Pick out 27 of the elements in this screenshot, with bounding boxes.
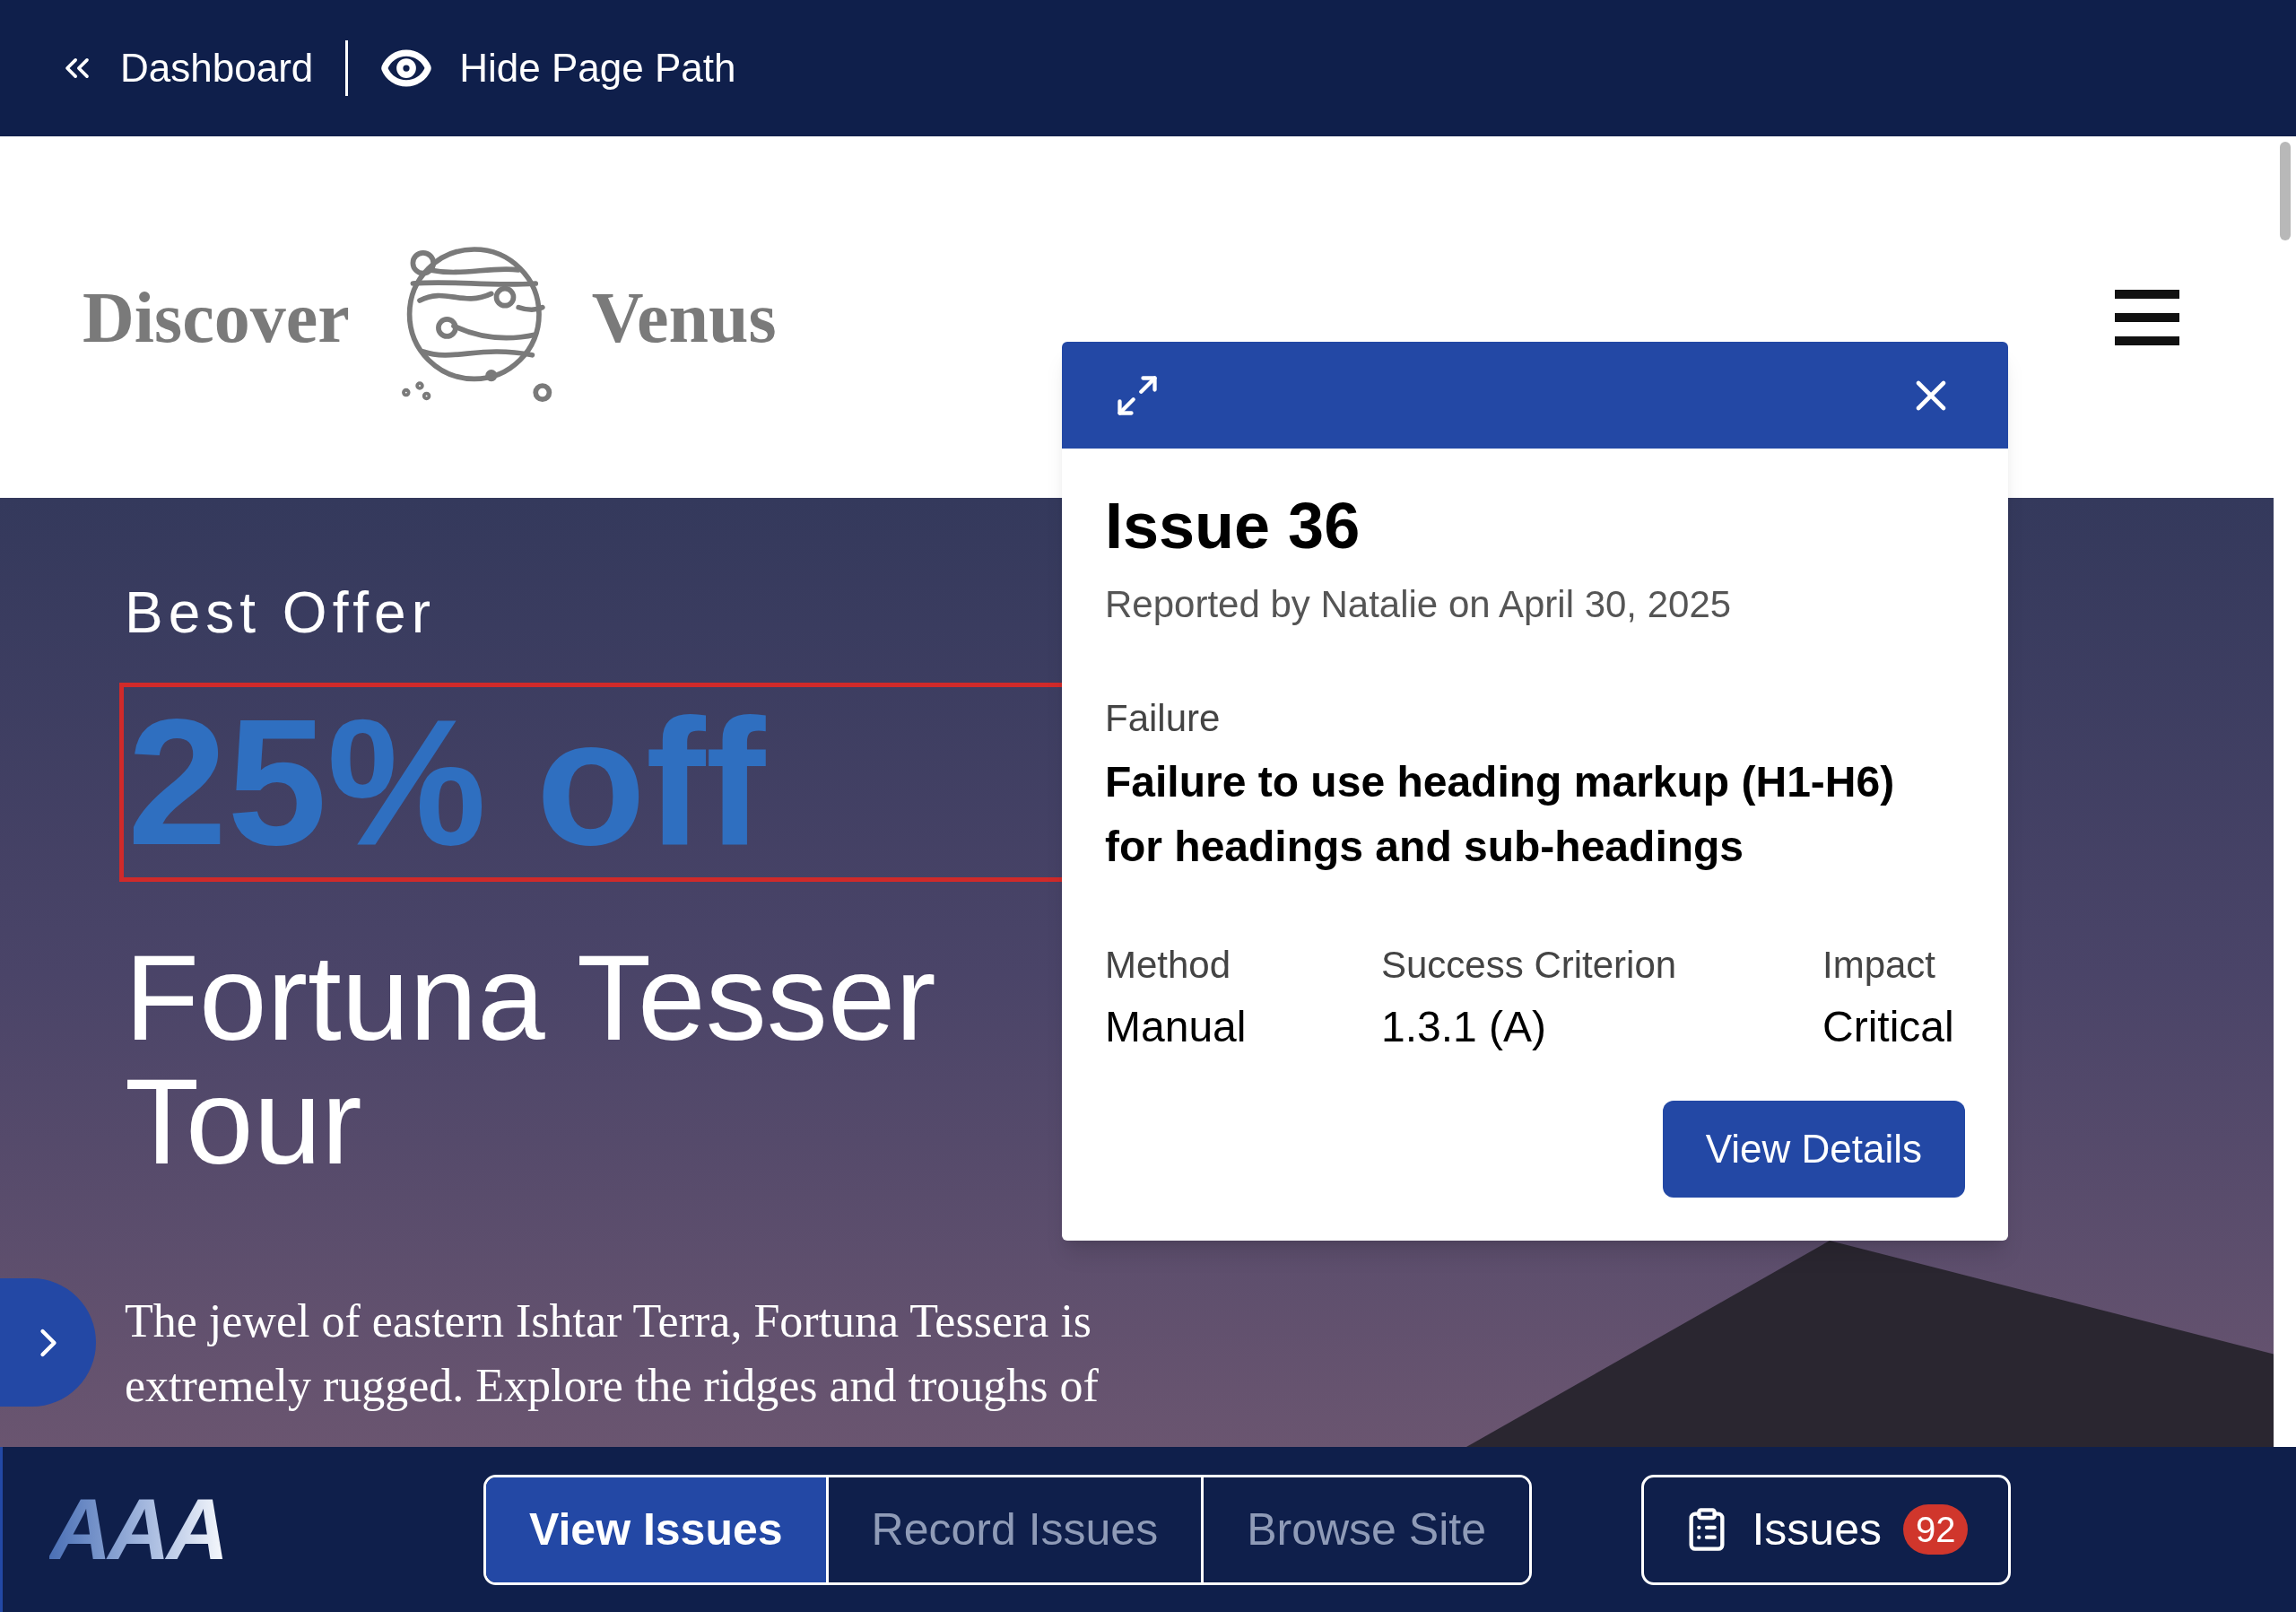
field-label: Success Criterion — [1381, 943, 1677, 988]
failure-description: Failure to use heading markup (H1-H6) for headings and sub-headings — [1105, 757, 1896, 872]
hide-page-path-button[interactable]: Hide Page Path — [380, 39, 736, 98]
field-label: Method — [1105, 943, 1231, 988]
menu-icon[interactable] — [2115, 289, 2179, 345]
field-value: 1.3.1 (A) — [1381, 1002, 1547, 1052]
failure-label: Failure — [1105, 696, 1221, 741]
field-label: Impact — [1822, 943, 1936, 988]
discount-heading: 25% off — [127, 693, 766, 872]
view-details-button[interactable]: View Details — [1662, 1101, 1965, 1198]
tour-title: Fortuna Tesser — [125, 936, 936, 1059]
site-logo-text: Venus — [591, 276, 777, 359]
field-value: Critical — [1822, 1002, 1954, 1052]
eyebrow-text: Best Offer — [125, 584, 436, 641]
site-logo-text: Discover — [83, 276, 350, 359]
tour-title: Tour — [125, 1059, 362, 1183]
issue-count-badge: 92 — [1902, 1504, 1969, 1555]
dashboard-back-link[interactable]: Dashboard — [57, 39, 314, 98]
field-value: Manual — [1105, 1002, 1247, 1052]
issue-title: Issue 36 — [1105, 493, 1361, 558]
tour-intro-paragraph: The jewel of eastern Ishtar Terra, Fortuna Tessera is extremely rugged. Explore the ridges and troughs of — [125, 1294, 1100, 1413]
mode-tab[interactable]: Browse Site — [1201, 1477, 1529, 1582]
mode-tab[interactable]: View Issues — [486, 1477, 826, 1582]
issues-button[interactable]: Issues 92 — [1640, 1474, 2011, 1585]
reported-by-text: Reported by Natalie on April 30, 2025 — [1105, 582, 1732, 627]
scrollbar-thumb[interactable] — [2279, 142, 2291, 240]
side-panel-toggle[interactable] — [0, 1278, 96, 1407]
